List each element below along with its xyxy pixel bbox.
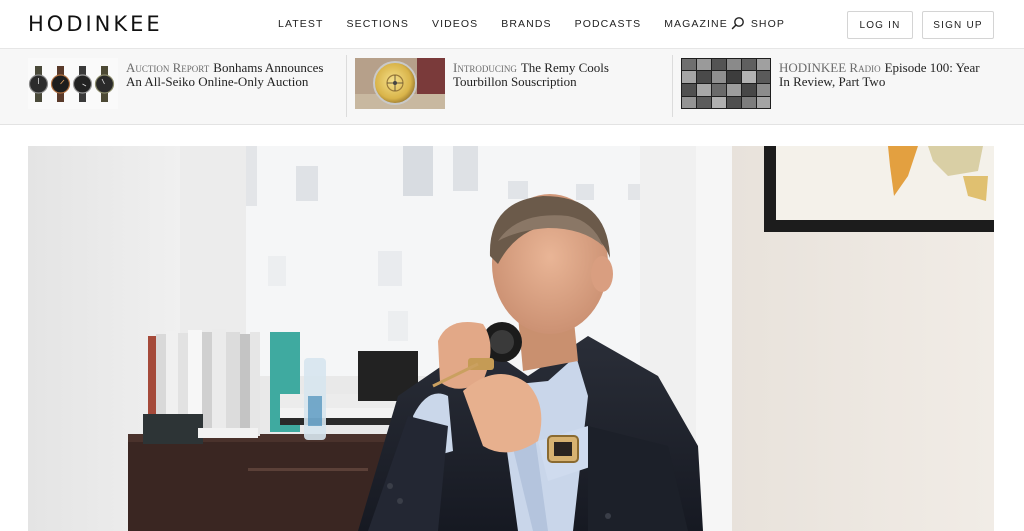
story-card-auction[interactable]: Auction Report Bonhams Announces An All-S…: [28, 49, 343, 125]
main-nav: LATEST SECTIONS VIDEOS BRANDS PODCASTS M…: [278, 18, 808, 30]
nav-podcasts[interactable]: PODCASTS: [575, 18, 642, 30]
story-kicker: HODINKEE Radio: [779, 60, 881, 75]
story-divider: [346, 55, 347, 117]
nav-shop[interactable]: SHOP: [751, 18, 785, 30]
podcast-grid-thumbnail: [681, 58, 771, 109]
man-with-loupe-examining-watch-photo: [28, 146, 994, 531]
four-watches-thumbnail: [28, 58, 118, 109]
podcast-grid-svg: [681, 58, 771, 109]
story-text: HODINKEE Radio Episode 100: Year In Revie…: [779, 61, 989, 89]
signup-button[interactable]: SIGN UP: [922, 11, 994, 39]
nav-videos[interactable]: VIDEOS: [432, 18, 478, 30]
nav-brands[interactable]: BRANDS: [501, 18, 551, 30]
story-kicker: Introducing: [453, 60, 517, 75]
site-header: HODINKEE LATEST SECTIONS VIDEOS BRANDS P…: [0, 0, 1024, 49]
nav-magazine[interactable]: MAGAZINE: [664, 18, 728, 30]
story-divider: [672, 55, 673, 117]
hero-image[interactable]: [28, 146, 994, 531]
login-button[interactable]: LOG IN: [847, 11, 913, 39]
search-icon[interactable]: [731, 16, 745, 30]
story-card-introducing[interactable]: Introducing The Remy Cools Tourbillon Sou…: [355, 49, 665, 125]
story-kicker: Auction Report: [126, 60, 210, 75]
gold-tourbillon-thumbnail: [355, 58, 445, 109]
nav-latest[interactable]: LATEST: [278, 18, 324, 30]
featured-stories-strip: Auction Report Bonhams Announces An All-S…: [0, 49, 1024, 125]
story-text: Auction Report Bonhams Announces An All-S…: [126, 61, 336, 89]
site-logo[interactable]: HODINKEE: [28, 12, 163, 36]
story-text: Introducing The Remy Cools Tourbillon Sou…: [453, 61, 658, 89]
story-card-radio[interactable]: HODINKEE Radio Episode 100: Year In Revie…: [681, 49, 996, 125]
nav-sections[interactable]: SECTIONS: [347, 18, 409, 30]
